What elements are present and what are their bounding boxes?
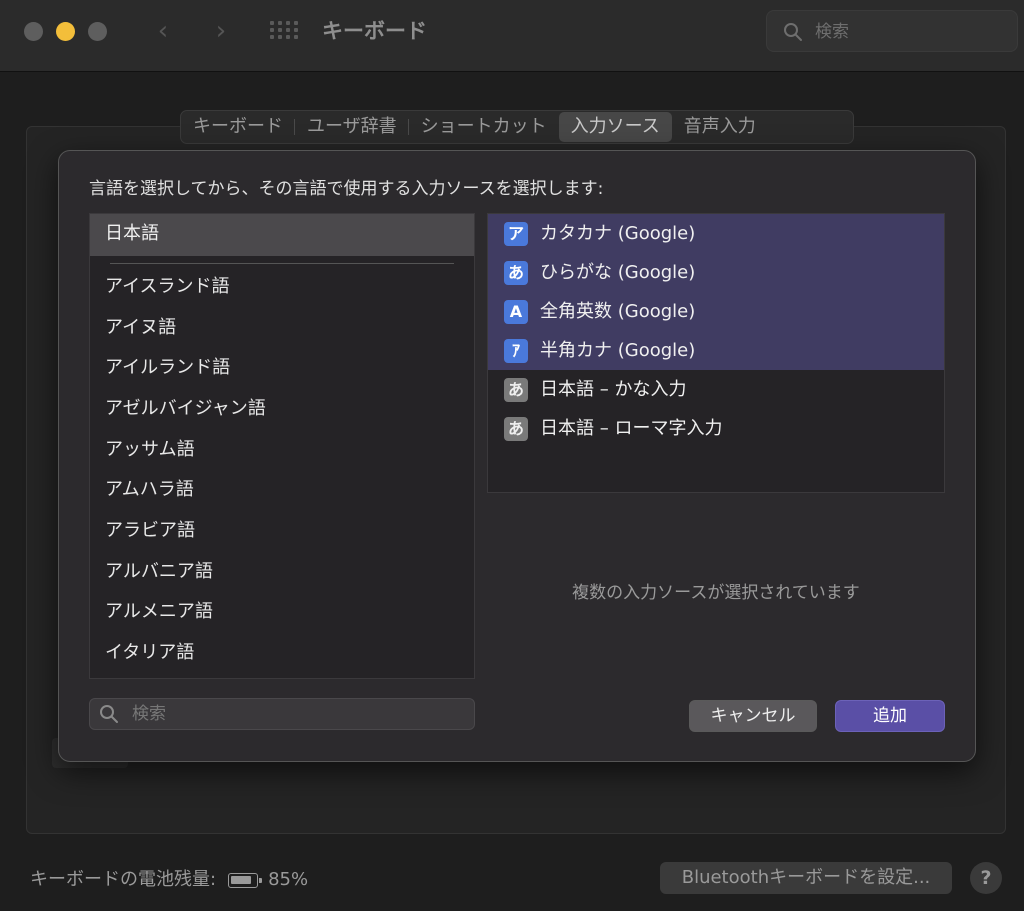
katakana-icon: ア <box>504 222 528 246</box>
fullwidth-alnum-icon: A <box>504 300 528 324</box>
add-button[interactable]: 追加 <box>835 700 945 732</box>
input-source-row-hiragana[interactable]: あ ひらがな (Google) <box>488 253 944 292</box>
tab-bar: キーボード ユーザ辞書 ショートカット 入力ソース 音声入力 <box>180 110 854 144</box>
language-item[interactable]: アルメニア語 <box>105 597 213 627</box>
search-icon <box>784 23 802 41</box>
close-window-button[interactable] <box>24 22 43 41</box>
language-item-selected[interactable]: 日本語 <box>90 214 474 256</box>
hiragana-icon: あ <box>504 261 528 285</box>
language-item[interactable]: アラビア語 <box>105 516 195 546</box>
sheet-instruction: 言語を選択してから、その言語で使用する入力ソースを選択します: <box>89 179 604 199</box>
input-source-row-fullwidth-alnum[interactable]: A 全角英数 (Google) <box>488 292 944 331</box>
language-item[interactable]: アルバニア語 <box>105 557 213 587</box>
battery-icon <box>228 872 263 888</box>
chevron-left-icon[interactable]: ‹ <box>148 14 178 48</box>
minimize-window-button[interactable] <box>56 22 75 41</box>
keyboard-battery-status: キーボードの電池残量: 85% <box>30 866 308 894</box>
tab-dictation[interactable]: 音声入力 <box>672 112 768 142</box>
input-source-label: 全角英数 (Google) <box>540 301 696 322</box>
top-search-placeholder: 検索 <box>815 22 849 42</box>
tab-shortcuts[interactable]: ショートカット <box>409 112 559 142</box>
language-item[interactable]: イタリア語 <box>105 638 194 668</box>
input-source-label: 日本語 – ローマ字入力 <box>540 418 723 439</box>
input-source-row-kana-input[interactable]: あ 日本語 – かな入力 <box>488 370 944 409</box>
language-item[interactable]: アイスランド語 <box>105 272 230 302</box>
search-icon <box>100 705 118 723</box>
language-item[interactable]: アイルランド語 <box>105 353 230 383</box>
battery-label: キーボードの電池残量: <box>30 869 217 890</box>
input-source-label: 日本語 – かな入力 <box>540 379 687 400</box>
hiragana-icon: あ <box>504 378 528 402</box>
input-source-row-halfwidth-kana[interactable]: ｱ 半角カナ (Google) <box>488 331 944 370</box>
setup-bluetooth-keyboard-button[interactable]: Bluetoothキーボードを設定... <box>660 862 952 894</box>
window-title: キーボード <box>322 19 427 43</box>
chevron-right-icon[interactable]: › <box>206 14 236 48</box>
zoom-window-button[interactable] <box>88 22 107 41</box>
language-search-placeholder: 検索 <box>132 704 166 724</box>
add-input-source-sheet: 言語を選択してから、その言語で使用する入力ソースを選択します: 日本語 アイスラ… <box>58 150 976 762</box>
show-all-grid-icon[interactable] <box>270 21 298 43</box>
input-source-label: ひらがな (Google) <box>540 262 696 283</box>
top-search-field[interactable]: 検索 <box>766 10 1018 52</box>
hiragana-icon: あ <box>504 417 528 441</box>
tab-input-sources[interactable]: 入力ソース <box>558 112 672 142</box>
tab-keyboard[interactable]: キーボード <box>181 112 295 142</box>
language-list[interactable]: 日本語 アイスランド語 アイヌ語 アイルランド語 アゼルバイジャン語 アッサム語… <box>89 213 475 679</box>
input-source-label: カタカナ (Google) <box>540 223 696 244</box>
tab-user-dictionary[interactable]: ユーザ辞書 <box>295 112 409 142</box>
input-source-row-romaji-input[interactable]: あ 日本語 – ローマ字入力 <box>488 409 944 448</box>
language-search-field[interactable]: 検索 <box>89 698 475 730</box>
input-source-label: 半角カナ (Google) <box>540 340 696 361</box>
language-item[interactable]: アゼルバイジャン語 <box>105 394 266 424</box>
title-bar: ‹ › キーボード 検索 <box>0 0 1024 72</box>
help-button[interactable]: ? <box>970 862 1002 894</box>
language-item[interactable]: アイヌ語 <box>105 313 176 343</box>
battery-fill <box>231 875 252 884</box>
cancel-button[interactable]: キャンセル <box>689 700 817 732</box>
list-divider <box>110 263 454 264</box>
multiple-selected-message: 複数の入力ソースが選択されています <box>572 583 860 603</box>
language-item[interactable]: アッサム語 <box>105 435 195 465</box>
battery-percent: 85% <box>268 869 309 890</box>
input-source-list[interactable]: ア カタカナ (Google) あ ひらがな (Google) A 全角英数 (… <box>487 213 945 493</box>
input-source-row-katakana[interactable]: ア カタカナ (Google) <box>488 214 944 253</box>
language-item[interactable]: アムハラ語 <box>105 475 194 505</box>
halfwidth-kana-icon: ｱ <box>504 339 528 363</box>
